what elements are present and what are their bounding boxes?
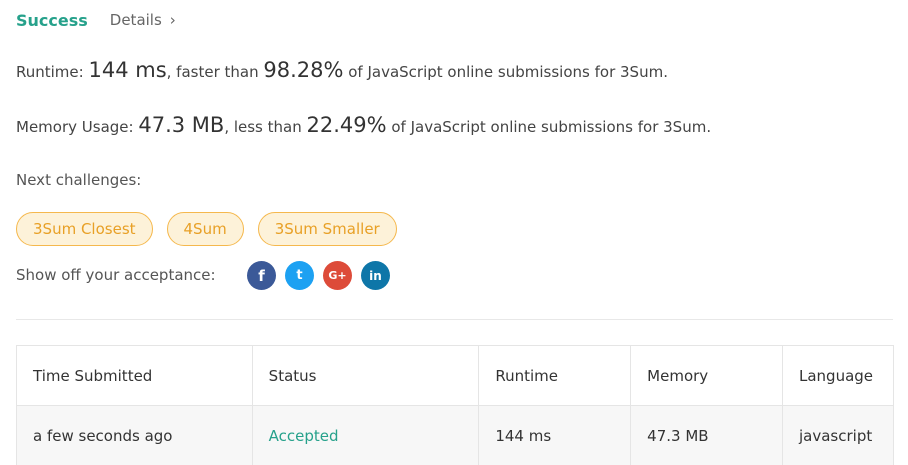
- memory-value: 47.3 MB: [138, 113, 225, 137]
- facebook-icon[interactable]: f: [247, 261, 276, 290]
- divider: [16, 319, 893, 320]
- runtime-prefix: Runtime:: [16, 63, 89, 81]
- challenge-chip-3sum-closest[interactable]: 3Sum Closest: [16, 212, 153, 246]
- challenge-chip-3sum-smaller[interactable]: 3Sum Smaller: [257, 212, 397, 246]
- challenge-chip-4sum[interactable]: 4Sum: [166, 212, 244, 246]
- runtime-percent: 98.28%: [263, 58, 344, 82]
- column-header-runtime: Runtime: [478, 345, 632, 406]
- memory-mid: , less than: [224, 118, 307, 136]
- memory-stat: Memory Usage: 47.3 MB, less than 22.49% …: [16, 113, 711, 137]
- cell-time: a few seconds ago: [16, 405, 253, 465]
- details-link[interactable]: Details ›: [110, 11, 176, 29]
- chevron-right-icon: ›: [169, 11, 176, 29]
- table-row: a few seconds ago Accepted 144 ms 47.3 M…: [16, 405, 894, 465]
- cell-status-link[interactable]: Accepted: [251, 405, 480, 465]
- runtime-value: 144 ms: [88, 58, 167, 82]
- memory-prefix: Memory Usage:: [16, 118, 139, 136]
- submissions-table: Time Submitted Status Runtime Memory Lan…: [16, 345, 894, 465]
- share-icons: f t G+ in: [247, 261, 390, 290]
- next-challenges-label: Next challenges:: [16, 171, 142, 189]
- runtime-suffix: of JavaScript online submissions for 3Su…: [343, 63, 668, 81]
- memory-suffix: of JavaScript online submissions for 3Su…: [386, 118, 712, 136]
- status-title: Success: [16, 10, 88, 30]
- cell-runtime: 144 ms: [478, 405, 632, 465]
- column-header-memory: Memory: [630, 345, 783, 406]
- runtime-stat: Runtime: 144 ms, faster than 98.28% of J…: [16, 58, 668, 82]
- column-header-language: Language: [782, 345, 894, 406]
- memory-percent: 22.49%: [306, 113, 387, 137]
- column-header-time: Time Submitted: [16, 345, 253, 406]
- details-label: Details: [109, 11, 162, 29]
- share-label: Show off your acceptance:: [16, 266, 216, 284]
- cell-language: javascript: [782, 405, 894, 465]
- table-header-row: Time Submitted Status Runtime Memory Lan…: [16, 345, 894, 406]
- next-challenges-list: 3Sum Closest 4Sum 3Sum Smaller: [16, 212, 397, 246]
- google-plus-icon[interactable]: G+: [323, 261, 352, 290]
- linkedin-icon[interactable]: in: [361, 261, 390, 290]
- cell-memory: 47.3 MB: [630, 405, 783, 465]
- result-header: Success Details ›: [16, 8, 176, 32]
- column-header-status: Status: [251, 345, 480, 406]
- twitter-icon[interactable]: t: [285, 261, 314, 290]
- runtime-mid: , faster than: [166, 63, 264, 81]
